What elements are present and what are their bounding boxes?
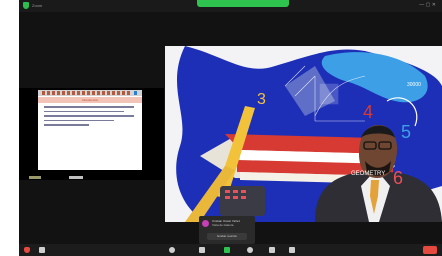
- screen-share-tab[interactable]: [197, 0, 289, 7]
- digit-3: 3: [257, 91, 266, 108]
- reactions-icon[interactable]: [289, 247, 295, 253]
- mic-muted-icon[interactable]: [24, 247, 30, 253]
- title-bar: Zoom — ▢ ✕: [19, 0, 442, 12]
- share-screen-icon[interactable]: [224, 247, 230, 253]
- window-controls[interactable]: — ▢ ✕: [419, 2, 436, 8]
- meeting-toolbar: [19, 244, 442, 256]
- digit-4: 4: [363, 102, 373, 122]
- participants-icon[interactable]: [199, 247, 205, 253]
- chat-icon[interactable]: [247, 247, 253, 253]
- end-call-icon[interactable]: [423, 246, 437, 254]
- record-icon[interactable]: [269, 247, 275, 253]
- participant-card[interactable]: Cristian Oscar Yañez Vista de Galería Gr…: [199, 216, 255, 244]
- digit-6: 6: [393, 168, 403, 188]
- video-text-overlay: 3 4 5 6 30000 GEOMETRY: [257, 82, 421, 188]
- slide-header: Introducción: [38, 97, 142, 103]
- security-icon[interactable]: [169, 247, 175, 253]
- meeting-window: Zoom — ▢ ✕ Introducción 3 4 5 6 30000 GE…: [19, 0, 442, 256]
- score-30000: 30000: [407, 82, 421, 88]
- slide-text: [44, 106, 134, 130]
- digit-5: 5: [401, 122, 411, 142]
- speaker-video[interactable]: 3 4 5 6 30000 GEOMETRY: [165, 46, 442, 222]
- participant-action-button[interactable]: Grabar reunión: [207, 233, 247, 240]
- app-title: Zoom: [32, 3, 43, 8]
- slide-header-text: Introducción: [82, 98, 99, 102]
- participant-subtitle: Vista de Galería: [212, 223, 234, 227]
- shield-icon: [23, 2, 29, 9]
- slide-footer: [29, 176, 159, 180]
- avatar: [202, 220, 209, 227]
- slide-preview: Introducción: [38, 90, 142, 170]
- book-spine-text: GEOMETRY: [351, 171, 385, 177]
- meeting-info[interactable]: Zoom: [23, 2, 42, 9]
- slide-toolbar: [38, 90, 142, 96]
- video-icon[interactable]: [39, 247, 45, 253]
- shared-screen-thumbnail[interactable]: Introducción: [19, 88, 164, 180]
